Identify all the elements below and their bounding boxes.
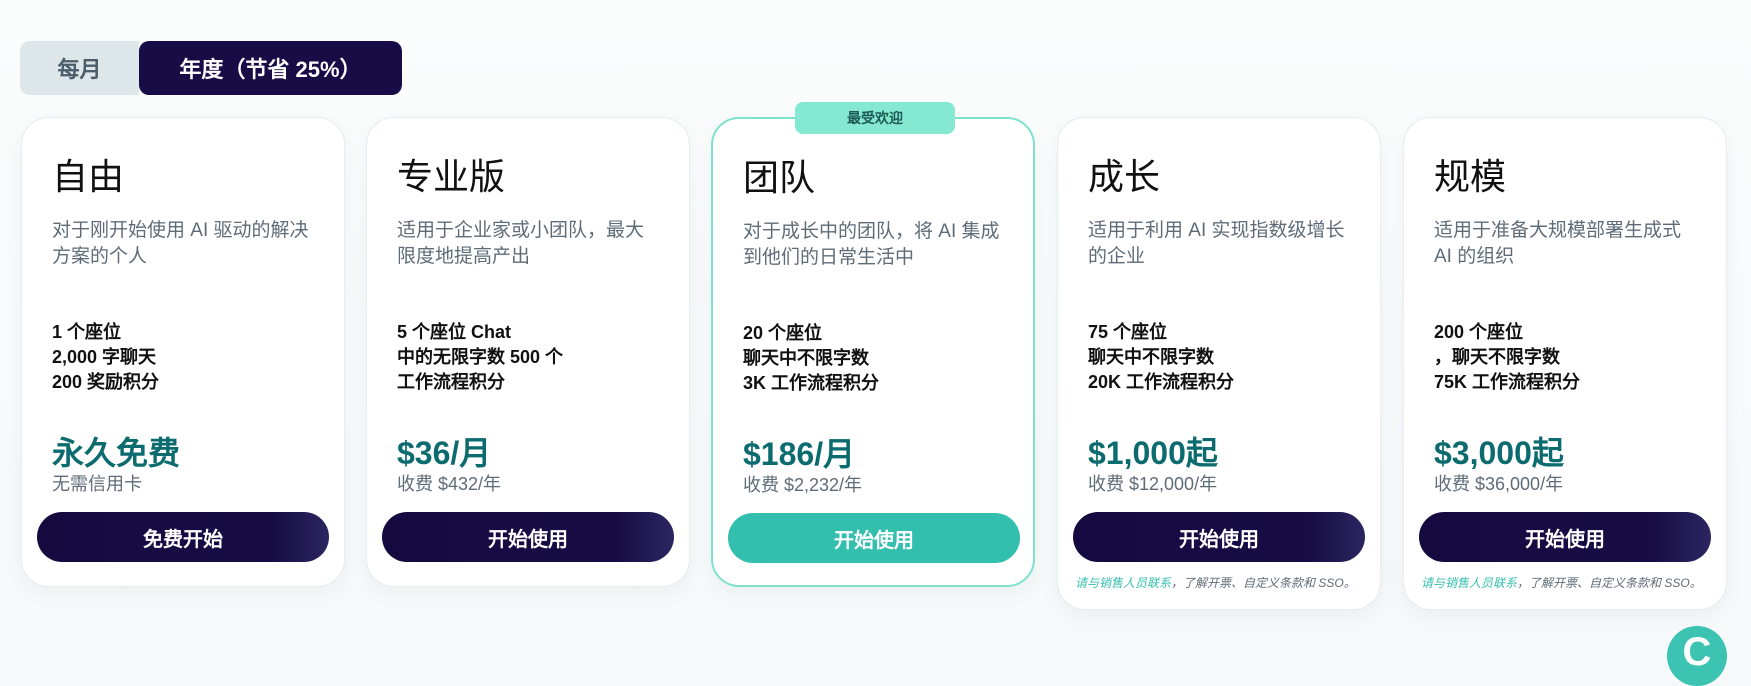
plan-price: $1,000起 — [1088, 435, 1218, 471]
plan-name: 团队 — [743, 157, 816, 198]
plan-features: 20 个座位 聊天中不限字数 3K 工作流程积分 — [743, 321, 879, 396]
plan-feature: 20K 工作流程积分 — [1088, 372, 1235, 392]
plan-name: 规模 — [1434, 156, 1507, 197]
plan-feature: 2,000 字聊天 — [52, 347, 157, 367]
plan-price: 永久免费 — [52, 435, 181, 471]
plan-description: 适用于利用 AI 实现指数级增长的企业 — [1088, 220, 1345, 267]
contact-sales-link[interactable]: 请与销售人员联系 — [1075, 576, 1171, 590]
plan-name: 专业版 — [397, 156, 506, 197]
plan-price-note: 收费 $12,000/年 — [1088, 474, 1218, 494]
contact-sales-note: 请与销售人员联系，了解开票、自定义条款和 SSO。 — [1421, 574, 1702, 591]
plan-price-note: 收费 $36,000/年 — [1434, 474, 1564, 494]
plan-feature: 工作流程积分 — [397, 372, 505, 392]
plan-feature: 75K 工作流程积分 — [1434, 372, 1581, 392]
plan-feature: 75 个座位 — [1088, 322, 1168, 342]
plan-card-team: 团队 对于成长中的团队，将 AI 集成到他们的日常生活中 20 个座位 聊天中不… — [711, 117, 1035, 587]
contact-sales-link[interactable]: 请与销售人员联系 — [1421, 576, 1517, 590]
plan-feature: 20 个座位 — [743, 323, 823, 343]
plan-features: 5 个座位 Chat 中的无限字数 500 个 工作流程积分 — [397, 320, 563, 395]
plan-description: 适用于企业家或小团队，最大限度地提高产出 — [397, 220, 645, 267]
most-popular-badge: 最受欢迎 — [795, 102, 955, 134]
plan-feature: 聊天中不限字数 — [1088, 347, 1214, 367]
chat-widget-button[interactable]: C — [1667, 626, 1727, 686]
contact-sales-text: ，了解开票、自定义条款和 SSO。 — [1171, 576, 1356, 590]
plan-card-free: 自由 对于刚开始使用 AI 驱动的解决方案的个人 1 个座位 2,000 字聊天… — [21, 117, 345, 587]
plan-feature: 1 个座位 — [52, 322, 122, 342]
plan-feature: 聊天中不限字数 — [743, 348, 869, 368]
plan-features: 1 个座位 2,000 字聊天 200 奖励积分 — [52, 320, 159, 395]
plan-name: 成长 — [1088, 156, 1161, 197]
plan-feature: 200 奖励积分 — [52, 372, 160, 392]
plan-description: 对于成长中的团队，将 AI 集成到他们的日常生活中 — [743, 221, 1000, 268]
chat-logo-icon: C — [1682, 630, 1712, 674]
plan-name: 自由 — [52, 156, 125, 197]
plan-price-note: 无需信用卡 — [52, 474, 142, 494]
plan-feature: 5 个座位 Chat — [397, 322, 512, 342]
plan-description: 适用于准备大规模部署生成式 AI 的组织 — [1434, 220, 1682, 267]
plan-feature: ，聊天不限字数 — [1434, 347, 1560, 367]
plan-price: $186/月 — [743, 436, 856, 472]
billing-toggle: 每月 年度（节省 25%） — [20, 41, 402, 95]
plan-price: $36/月 — [397, 435, 492, 471]
monthly-toggle-button[interactable]: 每月 — [20, 41, 139, 95]
get-started-button[interactable]: 开始使用 — [1073, 512, 1365, 562]
plan-price-note: 收费 $2,232/年 — [743, 475, 863, 495]
start-free-button[interactable]: 免费开始 — [37, 512, 329, 562]
plan-card-growth: 成长 适用于利用 AI 实现指数级增长的企业 75 个座位 聊天中不限字数 20… — [1057, 117, 1381, 610]
plan-feature: 200 个座位 — [1434, 322, 1524, 342]
plan-features: 75 个座位 聊天中不限字数 20K 工作流程积分 — [1088, 320, 1234, 395]
get-started-button[interactable]: 开始使用 — [1419, 512, 1711, 562]
plan-card-pro: 专业版 适用于企业家或小团队，最大限度地提高产出 5 个座位 Chat 中的无限… — [366, 117, 690, 587]
plan-feature: 3K 工作流程积分 — [743, 373, 880, 393]
plan-card-scale: 规模 适用于准备大规模部署生成式 AI 的组织 200 个座位 ，聊天不限字数 … — [1403, 117, 1727, 610]
annual-toggle-button[interactable]: 年度（节省 25%） — [139, 41, 402, 95]
contact-sales-text: ，了解开票、自定义条款和 SSO。 — [1517, 576, 1702, 590]
plan-price-note: 收费 $432/年 — [397, 474, 502, 494]
plan-price: $3,000起 — [1434, 435, 1564, 471]
get-started-button[interactable]: 开始使用 — [382, 512, 674, 562]
plan-features: 200 个座位 ，聊天不限字数 75K 工作流程积分 — [1434, 320, 1580, 395]
plan-description: 对于刚开始使用 AI 驱动的解决方案的个人 — [52, 220, 309, 267]
contact-sales-note: 请与销售人员联系，了解开票、自定义条款和 SSO。 — [1075, 574, 1356, 591]
get-started-button[interactable]: 开始使用 — [728, 513, 1020, 563]
plan-feature: 中的无限字数 500 个 — [397, 347, 564, 367]
